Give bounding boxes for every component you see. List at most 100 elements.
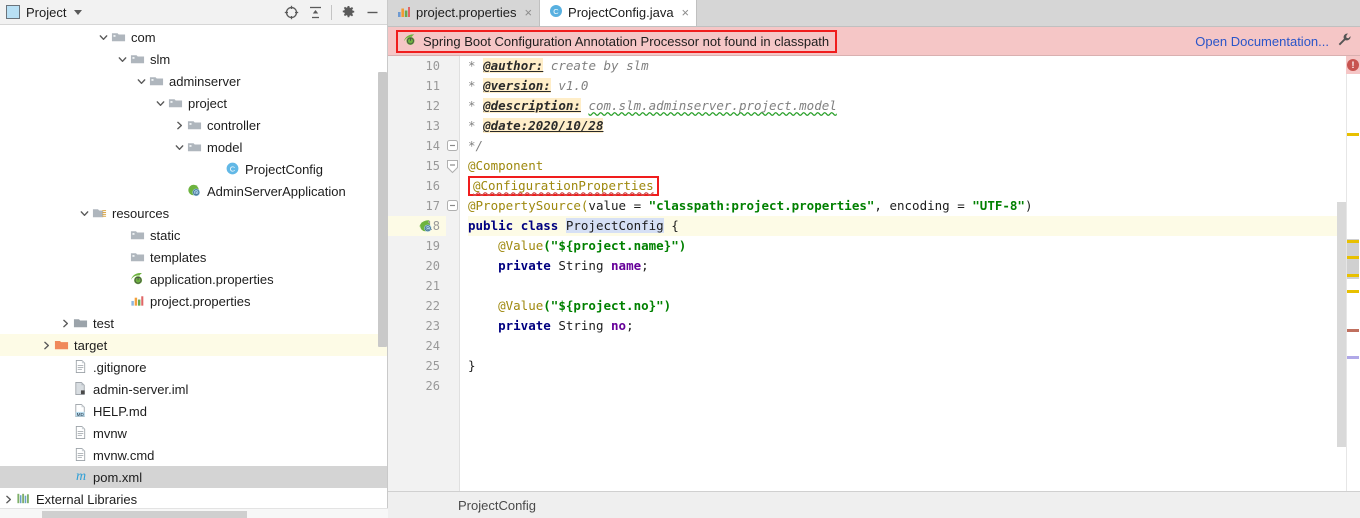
- tree-node-label: .gitignore: [93, 359, 147, 375]
- editor-scrollbar-track[interactable]: [1337, 202, 1346, 447]
- line-number-18[interactable]: 18: [388, 216, 446, 236]
- line-number-17[interactable]: 17: [388, 196, 446, 216]
- line-number-12[interactable]: 12: [388, 96, 446, 116]
- tree-node-label: templates: [150, 249, 207, 265]
- tree-node-static[interactable]: static: [0, 224, 387, 246]
- tree-node-project-properties[interactable]: project.properties: [0, 290, 387, 312]
- breadcrumb-bar: ProjectConfig: [388, 491, 1360, 518]
- warning-marker[interactable]: [1347, 274, 1359, 277]
- tree-node-slm[interactable]: slm: [0, 48, 387, 70]
- line-number-25[interactable]: 25: [388, 356, 446, 376]
- line-number-13[interactable]: 13: [388, 116, 446, 136]
- spring-bean-gutter-icon[interactable]: C: [418, 218, 434, 234]
- chevron-down-icon[interactable]: [133, 73, 149, 89]
- chevron-right-icon[interactable]: [171, 117, 187, 133]
- package-icon: [187, 117, 203, 133]
- line-number-11[interactable]: 11: [388, 76, 446, 96]
- project-hscrollbar-thumb[interactable]: [42, 511, 247, 518]
- chevron-down-icon[interactable]: [74, 9, 83, 15]
- editor-tab-project-properties[interactable]: project.properties ×: [388, 0, 541, 26]
- svg-text:C: C: [426, 226, 429, 231]
- scroll-from-source-icon[interactable]: [280, 2, 302, 22]
- tree-node-adminserverapplication[interactable]: C AdminServerApplication: [0, 180, 387, 202]
- line-number-22[interactable]: 22: [388, 296, 446, 316]
- warning-marker[interactable]: [1347, 240, 1359, 243]
- warning-marker[interactable]: [1347, 133, 1359, 136]
- code-editor[interactable]: 10 11 12 13 14 15 16 17 18 19 20 21 22 23 24 25 26 C * @a: [388, 56, 1360, 491]
- tree-node-test[interactable]: test: [0, 312, 387, 334]
- project-hscrollbar[interactable]: [0, 508, 388, 518]
- tree-node-help-md[interactable]: MD HELP.md: [0, 400, 387, 422]
- chevron-right-icon[interactable]: [38, 337, 54, 353]
- tree-node-com[interactable]: com: [0, 26, 387, 48]
- tree-node-adminserver[interactable]: adminserver: [0, 70, 387, 92]
- line-number-23[interactable]: 23: [388, 316, 446, 336]
- line-number-19[interactable]: 19: [388, 236, 446, 256]
- gear-icon[interactable]: [337, 2, 359, 22]
- tree-node-resources[interactable]: resources: [0, 202, 387, 224]
- tree-node-templates[interactable]: templates: [0, 246, 387, 268]
- tree-node-external-libraries[interactable]: External Libraries: [0, 488, 387, 510]
- editor-tab-projectconfig-java[interactable]: C ProjectConfig.java ×: [540, 0, 698, 26]
- tree-node-gitignore[interactable]: .gitignore: [0, 356, 387, 378]
- chevron-down-icon[interactable]: [76, 205, 92, 221]
- hide-icon[interactable]: [361, 2, 383, 22]
- project-panel-title-group[interactable]: Project: [6, 5, 280, 20]
- code-line-14: */: [468, 136, 1346, 156]
- code-line-15: @Component: [468, 156, 1346, 176]
- comment-star: *: [468, 98, 476, 113]
- error-count-badge[interactable]: !: [1347, 59, 1359, 71]
- line-number-15[interactable]: 15: [388, 156, 446, 176]
- semicolon: ;: [641, 258, 649, 273]
- line-number-16[interactable]: 16: [388, 176, 446, 196]
- line-number-21[interactable]: 21: [388, 276, 446, 296]
- spring-boot-icon: [402, 32, 417, 50]
- chevron-right-icon[interactable]: [0, 491, 16, 507]
- info-marker[interactable]: [1347, 356, 1359, 359]
- line-number-26[interactable]: 26: [388, 376, 446, 396]
- close-brace: }: [468, 358, 476, 373]
- tree-node-controller[interactable]: controller: [0, 114, 387, 136]
- code-line-16: @ConfigurationProperties: [468, 176, 1346, 196]
- chevron-down-icon[interactable]: [114, 51, 130, 67]
- warning-marker[interactable]: [1347, 256, 1359, 259]
- folder-icon: [130, 249, 146, 265]
- error-marker[interactable]: [1347, 329, 1359, 332]
- tree-node-mvnw-cmd[interactable]: mvnw.cmd: [0, 444, 387, 466]
- chevron-down-icon[interactable]: [95, 29, 111, 45]
- tree-node-target[interactable]: target: [0, 334, 387, 356]
- properties-icon: [397, 4, 411, 21]
- project-tree[interactable]: com slm adminserver project controller model C…: [0, 25, 387, 518]
- project-tree-scrollbar[interactable]: [378, 72, 387, 347]
- fold-marker-icon[interactable]: [447, 160, 458, 174]
- code-folding-gutter[interactable]: [446, 56, 460, 491]
- warning-marker[interactable]: [1347, 290, 1359, 293]
- line-number-24[interactable]: 24: [388, 336, 446, 356]
- collapse-all-icon[interactable]: [304, 2, 326, 22]
- line-number-20[interactable]: 20: [388, 256, 446, 276]
- fold-marker-icon[interactable]: [447, 140, 458, 151]
- svg-text:C: C: [230, 164, 236, 173]
- breadcrumb[interactable]: ProjectConfig: [458, 498, 536, 513]
- wrench-icon[interactable]: [1337, 32, 1352, 50]
- line-number-14[interactable]: 14: [388, 136, 446, 156]
- chevron-down-icon[interactable]: [171, 139, 187, 155]
- fold-marker-icon[interactable]: [447, 200, 458, 211]
- close-icon[interactable]: ×: [682, 6, 690, 19]
- tree-node-project[interactable]: project: [0, 92, 387, 114]
- close-icon[interactable]: ×: [524, 6, 532, 19]
- tree-node-model[interactable]: model: [0, 136, 387, 158]
- chevron-right-icon[interactable]: [57, 315, 73, 331]
- error-marker-gutter[interactable]: !: [1337, 56, 1360, 491]
- code-content[interactable]: * @author: create by slm * @version: v1.…: [460, 56, 1346, 491]
- tree-node-application-properties[interactable]: application.properties: [0, 268, 387, 290]
- tree-node-projectconfig[interactable]: C ProjectConfig: [0, 158, 387, 180]
- tree-node-pom-xml[interactable]: m pom.xml: [0, 466, 387, 488]
- editor-scrollbar-thumb[interactable]: [1347, 239, 1359, 279]
- chevron-down-icon[interactable]: [152, 95, 168, 111]
- line-number-10[interactable]: 10: [388, 56, 446, 76]
- tree-node-admin-server-iml[interactable]: admin-server.iml: [0, 378, 387, 400]
- open-documentation-link[interactable]: Open Documentation...: [1195, 34, 1329, 49]
- tree-node-mvnw[interactable]: mvnw: [0, 422, 387, 444]
- tree-node-label: pom.xml: [93, 469, 143, 485]
